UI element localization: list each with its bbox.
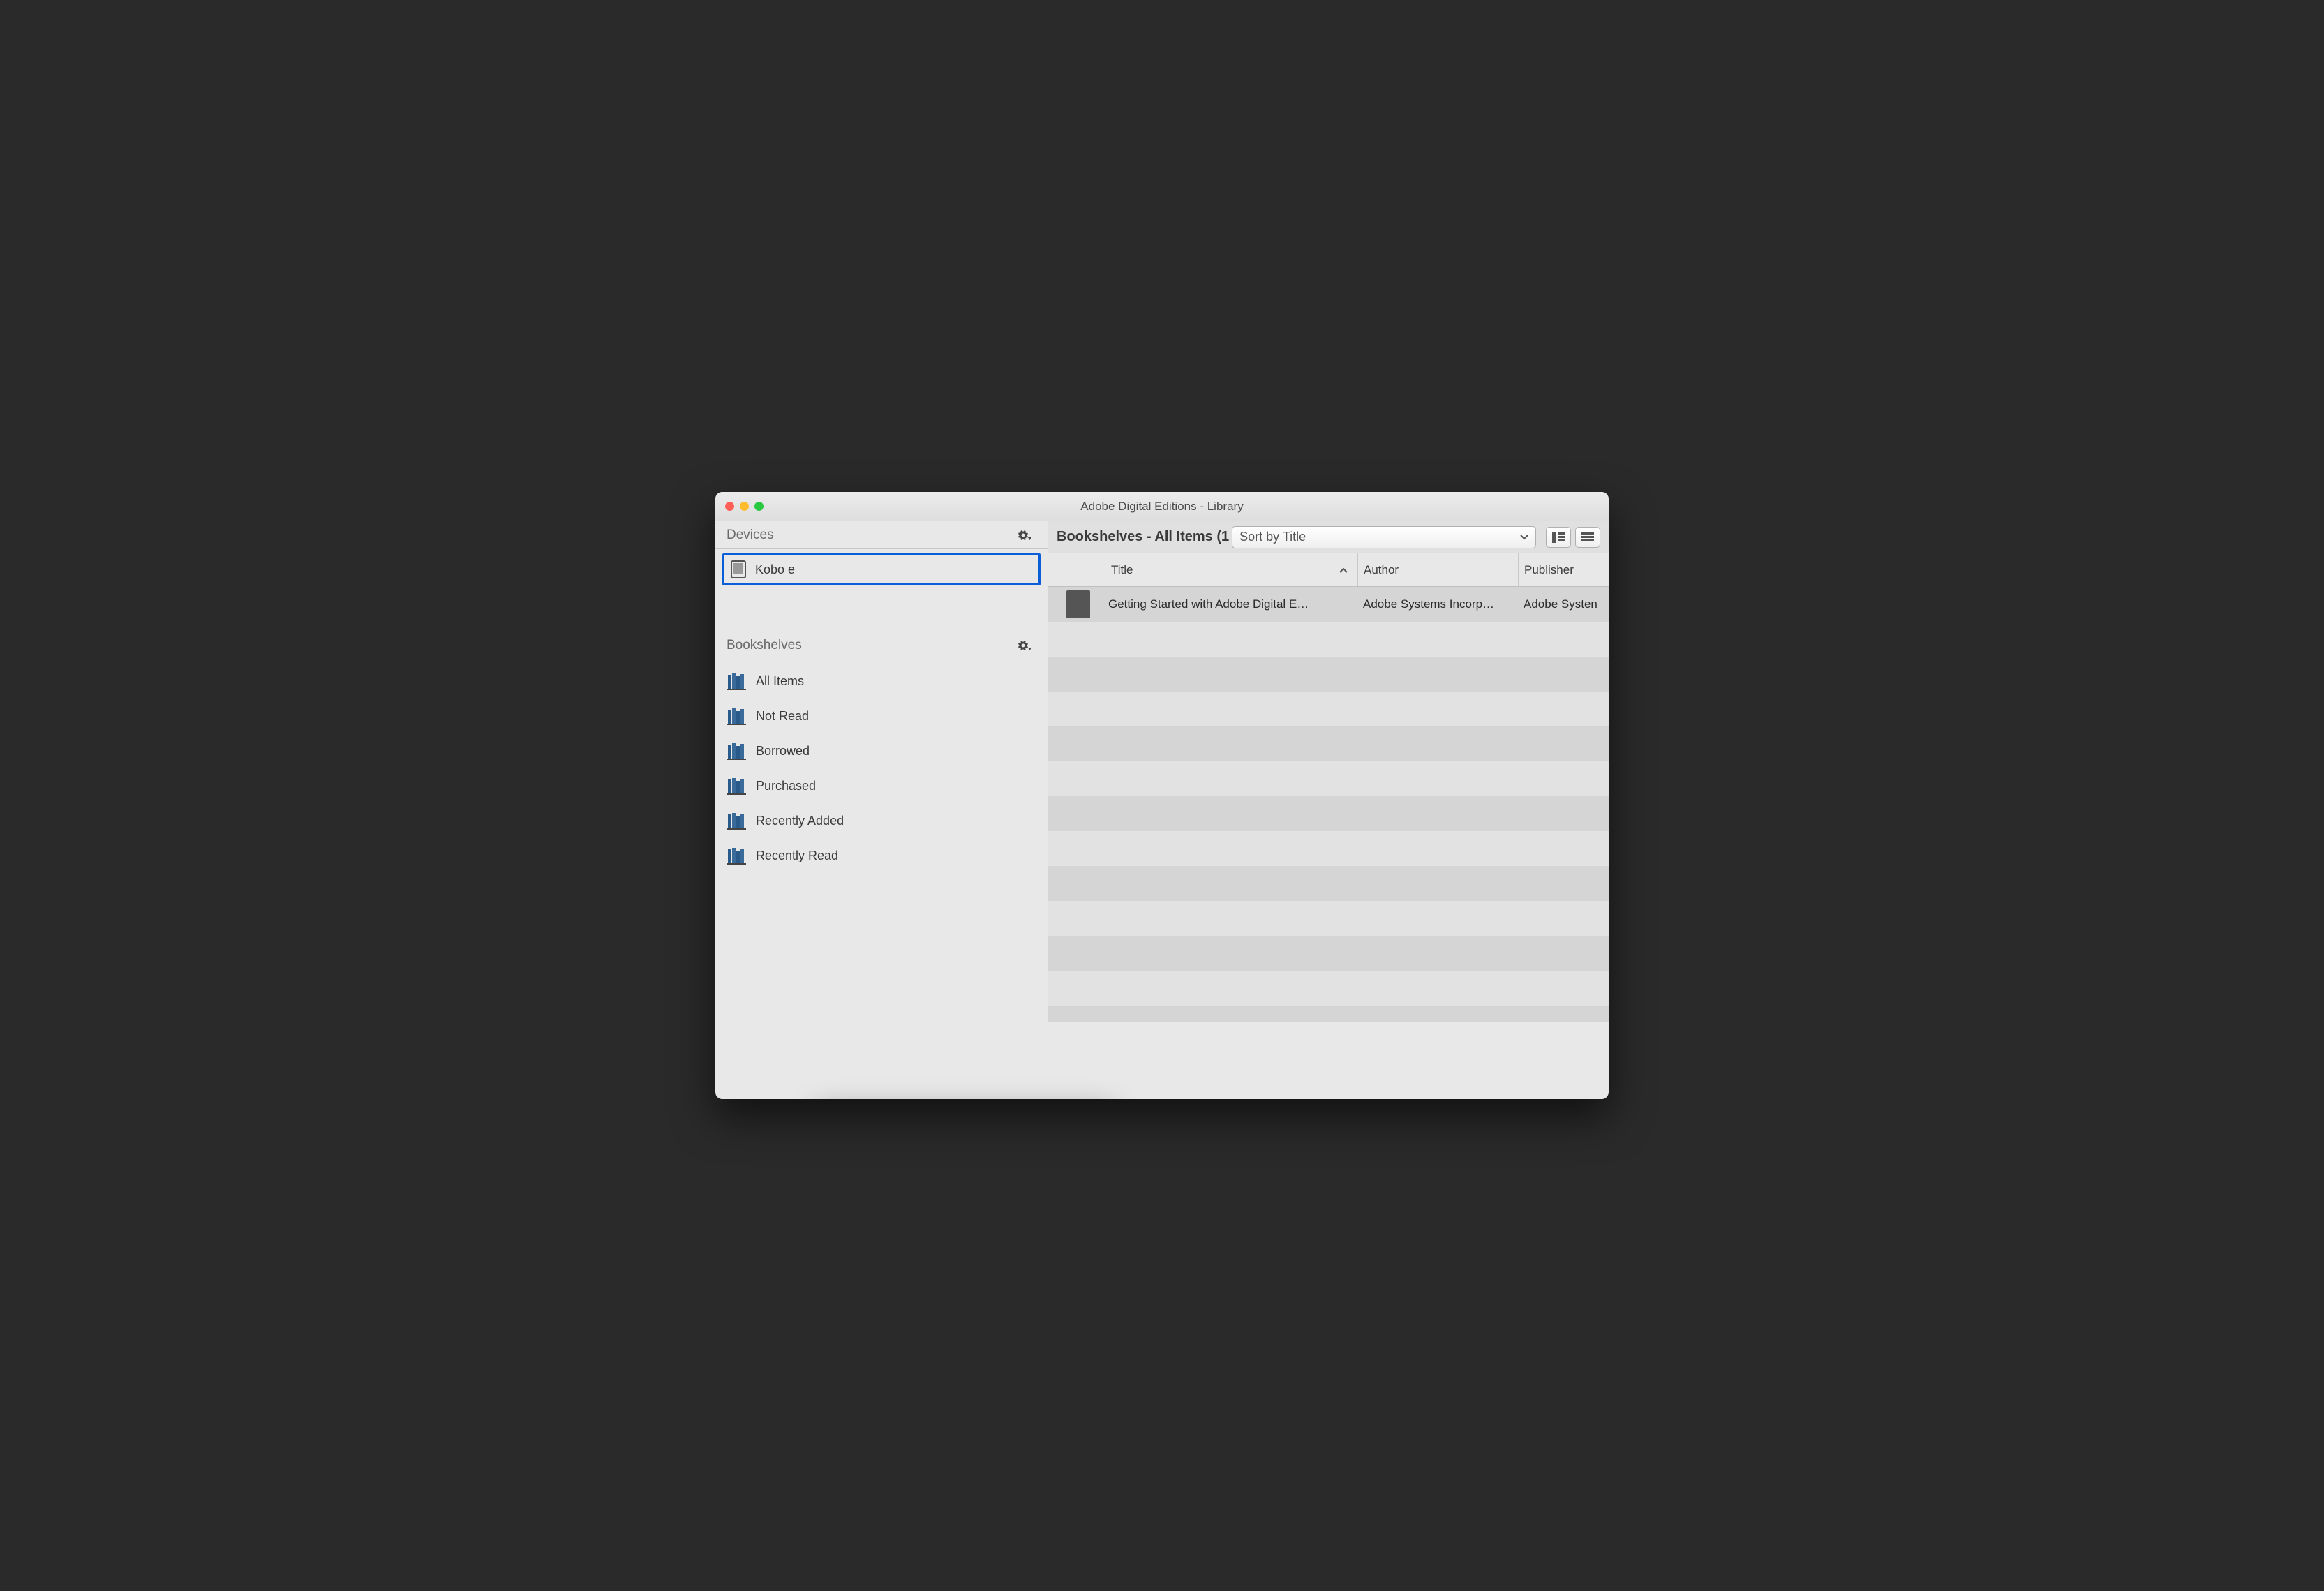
- sidebar: Devices Kobo e Bookshelves All Ite: [715, 521, 1048, 1022]
- column-publisher[interactable]: Publisher: [1518, 553, 1609, 586]
- table-row-empty: [1048, 692, 1609, 726]
- table-row-empty: [1048, 622, 1609, 657]
- shelf-not-read[interactable]: Not Read: [715, 699, 1048, 733]
- cell-publisher: Adobe Systen: [1518, 597, 1609, 611]
- shelf-label: All Items: [756, 674, 804, 689]
- sort-value: Sort by Title: [1239, 530, 1306, 544]
- cell-cover: [1048, 590, 1108, 618]
- bookshelf-icon: [727, 777, 746, 795]
- titlebar: Adobe Digital Editions - Library: [715, 492, 1609, 521]
- table-row-empty: [1048, 1006, 1609, 1022]
- devices-gear-button[interactable]: [1014, 525, 1034, 545]
- sort-asc-icon: [1339, 567, 1348, 573]
- device-item-kobo[interactable]: Kobo e: [722, 553, 1041, 585]
- table-row-empty: [1048, 901, 1609, 936]
- table-row-empty: [1048, 796, 1609, 831]
- bookshelves-label: Bookshelves: [727, 638, 802, 653]
- bookshelf-icon: [727, 846, 746, 865]
- window-controls: [725, 502, 764, 511]
- bookshelf-icon: [727, 812, 746, 830]
- app-window: Adobe Digital Editions - Library Devices…: [715, 492, 1609, 1099]
- column-publisher-label: Publisher: [1524, 563, 1574, 577]
- table-row-empty: [1048, 971, 1609, 1006]
- book-thumbnail-icon: [1066, 590, 1090, 618]
- column-author[interactable]: Author: [1357, 553, 1518, 586]
- window-body: Devices Kobo e Bookshelves All Ite: [715, 521, 1609, 1022]
- table-header: Title Author Publisher: [1048, 553, 1609, 587]
- view-thumbnails-button[interactable]: [1546, 527, 1571, 548]
- thumbnails-icon: [1552, 532, 1565, 543]
- shelf-all-items[interactable]: All Items: [715, 664, 1048, 699]
- bookshelf-icon: [727, 672, 746, 690]
- bookshelf-icon: [727, 742, 746, 760]
- content-header: Bookshelves - All Items (1 Sort by Title: [1048, 521, 1609, 553]
- shelf-purchased[interactable]: Purchased: [715, 768, 1048, 803]
- shelf-recently-read[interactable]: Recently Read: [715, 838, 1048, 873]
- devices-label: Devices: [727, 528, 774, 543]
- devices-section-header: Devices: [715, 521, 1048, 549]
- table-row-empty: [1048, 936, 1609, 971]
- ereader-icon: [729, 560, 748, 579]
- main-content: Bookshelves - All Items (1 Sort by Title: [1048, 521, 1609, 1022]
- gear-icon: [1016, 530, 1031, 541]
- column-title-label: Title: [1111, 563, 1133, 577]
- shelf-label: Not Read: [756, 709, 809, 724]
- window-title: Adobe Digital Editions - Library: [715, 500, 1609, 514]
- cell-title: Getting Started with Adobe Digital E…: [1108, 597, 1357, 611]
- gear-icon: [1016, 640, 1031, 651]
- shelf-borrowed[interactable]: Borrowed: [715, 733, 1048, 768]
- table-body: Getting Started with Adobe Digital E… Ad…: [1048, 587, 1609, 1022]
- close-window-button[interactable]: [725, 502, 734, 511]
- shelf-label: Borrowed: [756, 744, 810, 759]
- table-row-empty: [1048, 726, 1609, 761]
- content-title: Bookshelves - All Items (1: [1057, 529, 1229, 545]
- view-list-button[interactable]: [1575, 527, 1600, 548]
- bookshelf-icon: [727, 707, 746, 725]
- shelf-recently-added[interactable]: Recently Added: [715, 803, 1048, 838]
- shelf-label: Purchased: [756, 779, 816, 793]
- bookshelves-section-header: Bookshelves: [715, 632, 1048, 659]
- table-row[interactable]: Getting Started with Adobe Digital E… Ad…: [1048, 587, 1609, 622]
- column-author-label: Author: [1364, 563, 1399, 577]
- table-row-empty: [1048, 761, 1609, 796]
- bookshelves-list: All Items Not Read Borrowed Purchased Re…: [715, 659, 1048, 873]
- shelf-label: Recently Read: [756, 849, 838, 863]
- minimize-window-button[interactable]: [740, 502, 749, 511]
- device-name: Kobo e: [755, 562, 795, 577]
- cell-author: Adobe Systems Incorp…: [1357, 597, 1518, 611]
- sort-dropdown[interactable]: Sort by Title: [1232, 526, 1536, 548]
- table-row-empty: [1048, 657, 1609, 692]
- chevron-down-icon: [1520, 535, 1528, 540]
- view-toggle: [1546, 527, 1600, 548]
- table-row-empty: [1048, 866, 1609, 901]
- shelf-label: Recently Added: [756, 814, 844, 828]
- maximize-window-button[interactable]: [754, 502, 764, 511]
- column-title[interactable]: Title: [1108, 563, 1357, 577]
- table-row-empty: [1048, 831, 1609, 866]
- list-icon: [1581, 532, 1594, 542]
- bookshelves-gear-button[interactable]: [1014, 636, 1034, 655]
